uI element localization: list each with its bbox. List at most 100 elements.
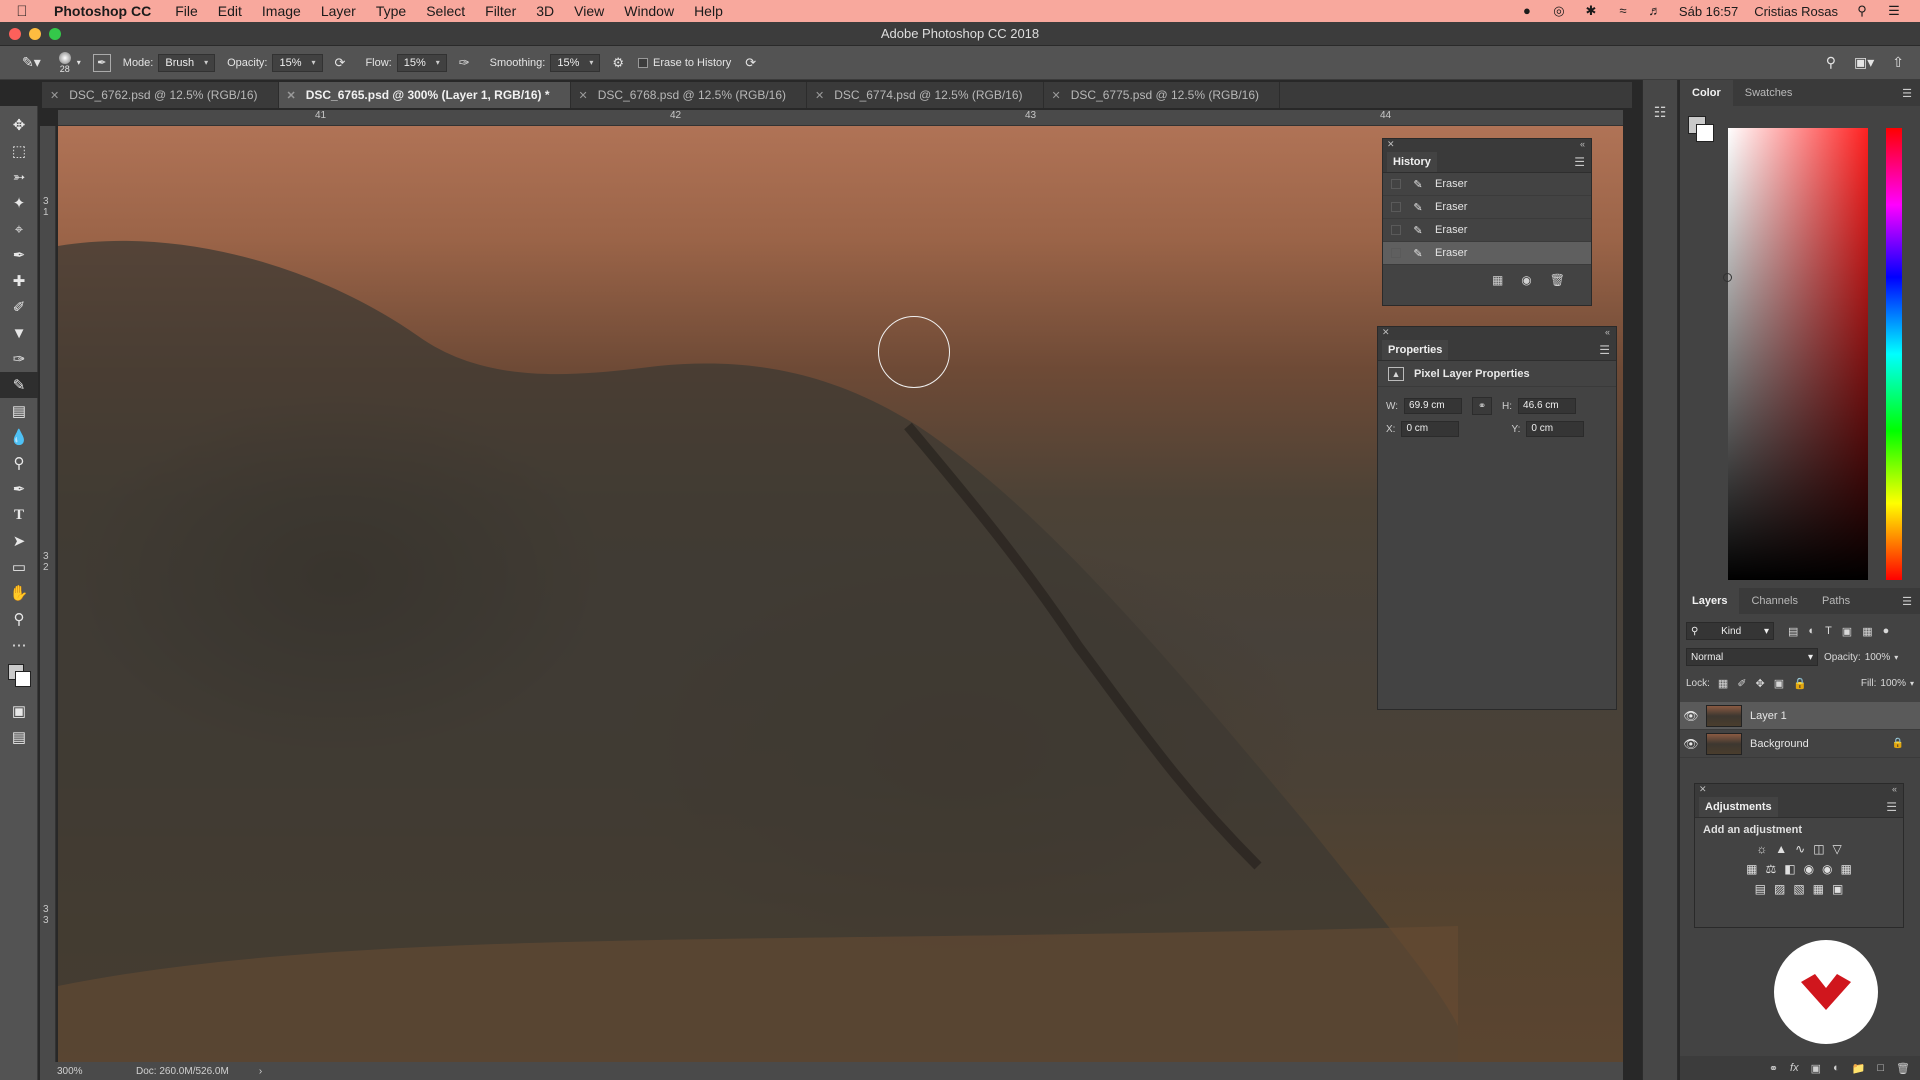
blur-tool-icon[interactable]: 💧 (0, 424, 38, 450)
levels-icon[interactable]: ▲ (1775, 842, 1787, 856)
close-panel-icon[interactable]: ✕ (1699, 784, 1707, 795)
edit-toolbar-icon[interactable]: ⋯ (0, 632, 38, 658)
quick-mask-icon[interactable]: ▣ (0, 698, 38, 724)
filter-adjustment-icon[interactable]: ◐ (1808, 625, 1815, 638)
screen-mode-icon[interactable]: ▤ (0, 724, 38, 750)
gradient-tool-icon[interactable]: ▤ (0, 398, 38, 424)
brush-tool-icon[interactable]: ✐ (0, 294, 38, 320)
link-dimensions-icon[interactable]: ⚭ (1472, 397, 1493, 415)
vibrance-icon[interactable]: ▽ (1833, 842, 1842, 856)
history-item[interactable]: ✎ Eraser (1383, 242, 1591, 265)
new-layer-icon[interactable]: □ (1877, 1062, 1884, 1074)
menu-window[interactable]: Window (614, 3, 684, 19)
menu-3d[interactable]: 3D (526, 3, 564, 19)
close-tab-icon[interactable]: ✕ (1052, 89, 1061, 102)
lock-icon[interactable]: 🔒 (1892, 738, 1920, 749)
layer-name[interactable]: Background (1750, 738, 1809, 750)
tab-dsc-6768[interactable]: ✕ DSC_6768.psd @ 12.5% (RGB/16) (571, 82, 808, 108)
close-tab-icon[interactable]: ✕ (50, 89, 59, 102)
black-white-icon[interactable]: ◧ (1784, 862, 1795, 876)
layer-row-layer-1[interactable]: 👁 Layer 1 (1680, 702, 1920, 730)
dodge-tool-icon[interactable]: ⚲ (0, 450, 38, 476)
magic-wand-tool-icon[interactable]: ✦ (0, 190, 38, 216)
chevron-right-icon[interactable]: › (229, 1066, 262, 1077)
filter-pixel-icon[interactable]: ▤ (1788, 625, 1798, 638)
wifi-icon[interactable]: ≈ (1615, 4, 1631, 18)
rectangle-tool-icon[interactable]: ▭ (0, 554, 38, 580)
eraser-tool-preset-icon[interactable]: ✎▾ (22, 54, 41, 71)
lock-pixels-icon[interactable]: ✐ (1737, 677, 1746, 690)
airbrush-icon[interactable]: ✑ (459, 55, 470, 71)
trash-icon[interactable]: 🗑 (1896, 1062, 1910, 1075)
color-lookup-icon[interactable]: ▦ (1841, 862, 1852, 876)
crop-tool-icon[interactable]: ⌖ (0, 216, 38, 242)
menu-select[interactable]: Select (416, 3, 475, 19)
pressure-opacity-icon[interactable]: ⟳ (335, 55, 346, 71)
layer-name[interactable]: Layer 1 (1750, 710, 1787, 722)
collapse-panel-icon[interactable]: « (1605, 327, 1610, 337)
hue-saturation-icon[interactable]: ▦ (1746, 862, 1757, 876)
chevron-down-icon[interactable]: ▾ (1910, 679, 1914, 688)
libraries-icon[interactable]: ☷ (1643, 104, 1677, 121)
blend-mode-dropdown[interactable]: Normal ▾ (1686, 648, 1818, 666)
tab-color[interactable]: Color (1680, 80, 1733, 106)
workspace-switcher-icon[interactable]: ▣▾ (1854, 54, 1874, 71)
type-tool-icon[interactable]: T (0, 502, 38, 528)
eraser-tool-icon[interactable]: ✎ (0, 372, 38, 398)
add-mask-icon[interactable]: ▣ (1811, 1062, 1821, 1075)
panel-menu-icon[interactable]: ☰ (1902, 595, 1920, 608)
color-picker-marker[interactable] (1723, 273, 1732, 282)
lock-artboard-icon[interactable]: ▣ (1774, 677, 1784, 690)
new-group-icon[interactable]: 📁 (1852, 1062, 1866, 1075)
layer-row-background[interactable]: 👁 Background 🔒 (1680, 730, 1920, 758)
history-source-checkbox[interactable] (1391, 179, 1401, 189)
background-color-swatch[interactable] (15, 671, 31, 687)
snapshot-icon[interactable]: ◉ (1521, 273, 1531, 287)
zoom-window-button[interactable] (49, 28, 61, 40)
exposure-icon[interactable]: ◫ (1813, 842, 1824, 856)
channel-mixer-icon[interactable]: ◉ (1822, 862, 1832, 876)
vertical-ruler[interactable]: 3 1 3 2 3 3 (40, 126, 56, 1062)
mode-dropdown[interactable]: Brush ▾ (158, 53, 216, 72)
flow-field[interactable]: 15% ▾ (396, 53, 447, 72)
close-window-button[interactable] (9, 28, 21, 40)
trash-icon[interactable]: 🗑 (1550, 273, 1565, 287)
marquee-tool-icon[interactable]: ⬚ (0, 138, 38, 164)
filter-shape-icon[interactable]: ▣ (1842, 625, 1852, 638)
tab-dsc-6774[interactable]: ✕ DSC_6774.psd @ 12.5% (RGB/16) (807, 82, 1044, 108)
close-tab-icon[interactable]: ✕ (579, 89, 588, 102)
pen-tool-icon[interactable]: ✒ (0, 476, 38, 502)
lock-all-icon[interactable]: 🔒 (1793, 677, 1807, 690)
menu-edit[interactable]: Edit (208, 3, 252, 19)
panel-menu-icon[interactable]: ☰ (1574, 155, 1585, 169)
hue-slider[interactable] (1886, 128, 1902, 580)
notification-center-icon[interactable]: ☰ (1886, 4, 1902, 18)
healing-brush-tool-icon[interactable]: ✚ (0, 268, 38, 294)
menu-help[interactable]: Help (684, 3, 733, 19)
user-name[interactable]: Cristias Rosas (1754, 4, 1838, 19)
new-document-from-state-icon[interactable]: ▦ (1492, 273, 1503, 287)
close-panel-icon[interactable]: ✕ (1387, 139, 1395, 150)
new-adjustment-layer-icon[interactable]: ◐ (1833, 1062, 1840, 1074)
chevron-down-icon[interactable]: ▾ (1894, 653, 1898, 662)
tab-history[interactable]: History (1387, 151, 1437, 172)
smoothing-field[interactable]: 15% ▾ (550, 53, 601, 72)
hand-tool-icon[interactable]: ✋ (0, 580, 38, 606)
tab-properties[interactable]: Properties (1382, 339, 1449, 360)
color-picker-field[interactable] (1728, 128, 1868, 580)
history-brush-tool-icon[interactable]: ✑ (0, 346, 38, 372)
layer-kind-filter[interactable]: ⚲ Kind ▾ (1686, 622, 1774, 640)
visibility-eye-icon[interactable]: 👁 (1680, 709, 1702, 723)
visibility-eye-icon[interactable]: 👁 (1680, 737, 1702, 751)
height-field[interactable]: 46.6 cm (1518, 398, 1577, 414)
posterize-icon[interactable]: ▨ (1774, 882, 1785, 896)
spotlight-search-icon[interactable]: ⚲ (1854, 4, 1870, 18)
panel-menu-icon[interactable]: ☰ (1599, 343, 1610, 357)
close-panel-icon[interactable]: ✕ (1382, 327, 1390, 338)
layer-style-icon[interactable]: fx (1790, 1062, 1799, 1074)
filter-toggle-icon[interactable]: ● (1883, 625, 1890, 638)
horizontal-ruler[interactable]: 41 42 43 44 (58, 110, 1623, 126)
apple-menu-icon[interactable]:  (0, 3, 44, 20)
tab-layers[interactable]: Layers (1680, 588, 1740, 614)
selective-color-icon[interactable]: ▣ (1832, 882, 1843, 896)
